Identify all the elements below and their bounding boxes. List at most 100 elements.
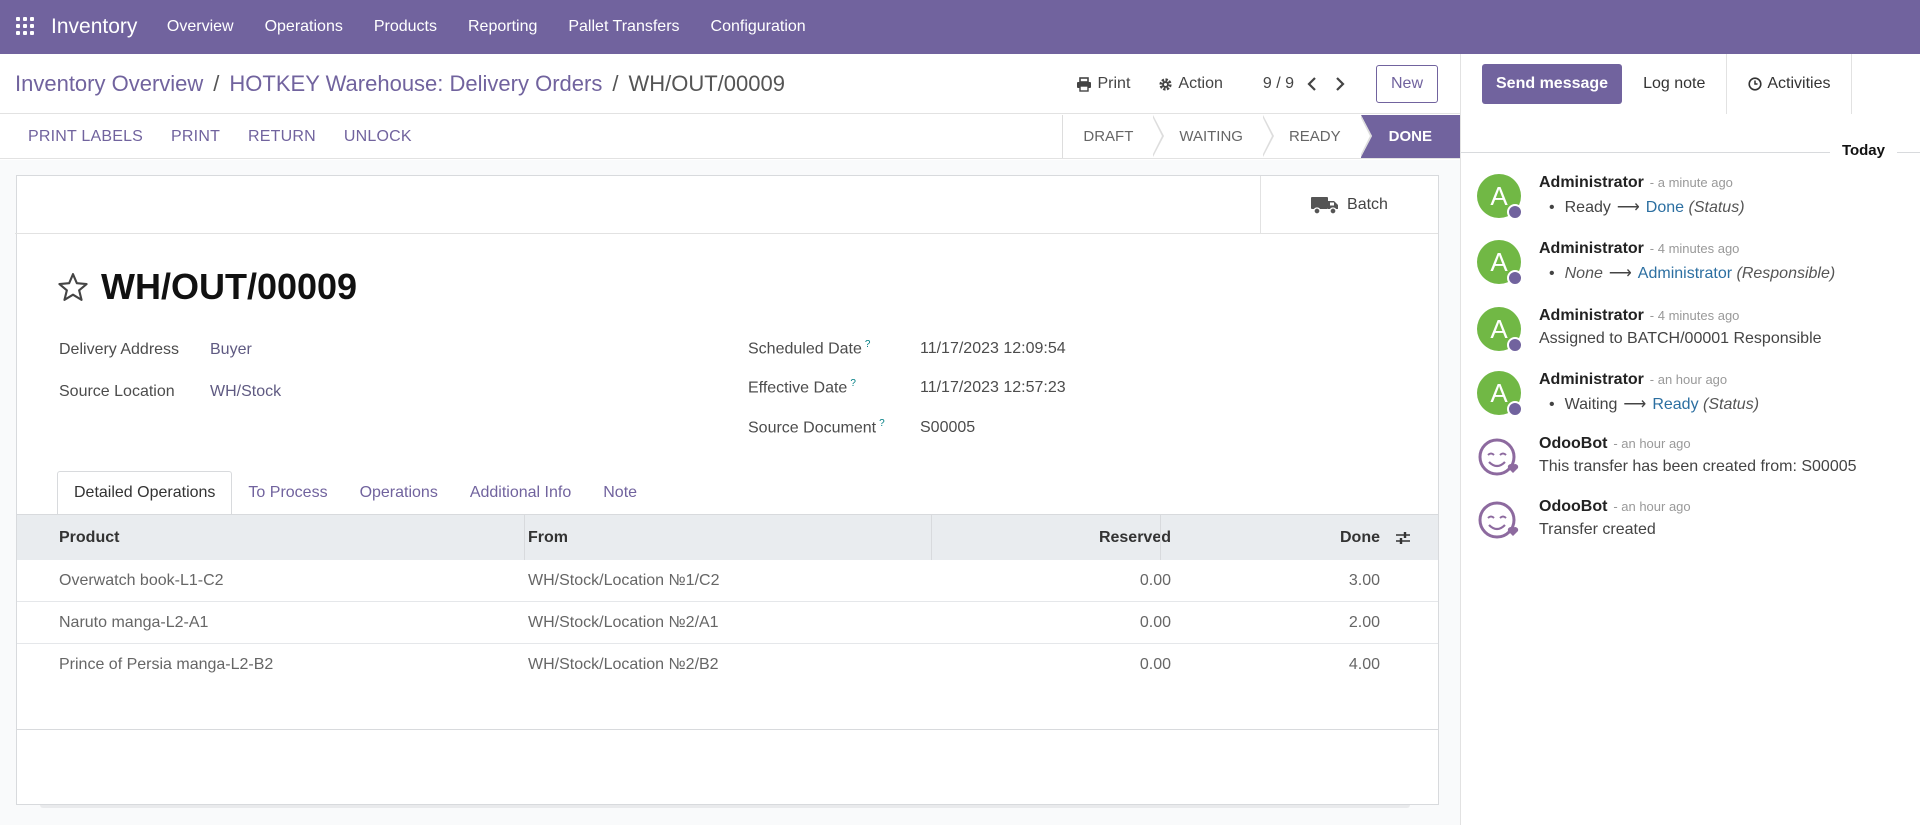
action-button[interactable]: Action: [1158, 75, 1223, 93]
message-text: This transfer has been created from: S00…: [1539, 458, 1857, 475]
cell-done: 3.00: [1348, 572, 1380, 589]
avatar[interactable]: A: [1477, 240, 1523, 286]
message-author[interactable]: Administrator: [1539, 174, 1644, 191]
pager-value[interactable]: 9 / 9: [1263, 75, 1294, 93]
menu-pallet-transfers[interactable]: Pallet Transfers: [553, 18, 695, 36]
col-reserved[interactable]: Reserved: [931, 515, 1171, 560]
star-icon[interactable]: [57, 272, 89, 303]
breadcrumb-delivery-orders[interactable]: HOTKEY Warehouse: Delivery Orders: [229, 71, 602, 97]
record-title: WH/OUT/00009: [101, 266, 358, 307]
source-document-value[interactable]: S00005: [920, 419, 975, 437]
print-button[interactable]: Print: [1076, 75, 1130, 93]
presence-dot: [1507, 401, 1523, 417]
app-brand[interactable]: Inventory: [51, 15, 137, 39]
message-time: - an hour ago: [1649, 372, 1728, 387]
activities-button[interactable]: Activities: [1727, 54, 1853, 114]
tab-note[interactable]: Note: [587, 471, 653, 515]
unlock-button[interactable]: UNLOCK: [344, 128, 412, 146]
return-button[interactable]: RETURN: [248, 128, 316, 146]
chevron-right-icon[interactable]: [1334, 77, 1346, 91]
scheduled-date-field: Scheduled Date? 11/17/2023 12:09:54: [748, 339, 1066, 358]
title-row: WH/OUT/00009: [57, 266, 357, 308]
table-header: Product From Reserved Done: [17, 514, 1438, 560]
menu-configuration[interactable]: Configuration: [695, 18, 821, 36]
batch-smart-button[interactable]: Batch: [1260, 176, 1438, 234]
main-menu: Overview Operations Products Reporting P…: [151, 18, 821, 36]
help-icon[interactable]: ?: [850, 378, 856, 389]
tracking-old-value: Waiting: [1564, 396, 1618, 413]
field-label: Source Document?: [748, 418, 885, 437]
source-location-value[interactable]: WH/Stock: [210, 383, 281, 401]
stage-done[interactable]: DONE: [1360, 115, 1460, 158]
tab-additional-info[interactable]: Additional Info: [454, 471, 587, 515]
print-labels-button[interactable]: PRINT LABELS: [28, 128, 143, 146]
scheduled-date-value[interactable]: 11/17/2023 12:09:54: [920, 340, 1066, 358]
tab-operations[interactable]: Operations: [344, 471, 454, 515]
tracking-old-value: Ready: [1564, 199, 1611, 216]
col-done[interactable]: Done: [1160, 515, 1380, 560]
cell-reserved: 0.00: [1139, 572, 1171, 589]
message-author[interactable]: OdooBot: [1539, 435, 1607, 452]
table-row[interactable]: Naruto manga-L2-A1 WH/Stock/Location №2/…: [17, 602, 1438, 644]
odoobot-avatar-icon[interactable]: [1477, 498, 1521, 542]
today-label: Today: [1829, 142, 1897, 159]
new-button[interactable]: New: [1376, 65, 1438, 103]
tracking-field: (Status): [1703, 396, 1760, 413]
help-icon[interactable]: ?: [879, 418, 885, 429]
cell-reserved: 0.00: [1139, 656, 1171, 673]
source-location-field: Source Location WH/Stock: [59, 383, 281, 401]
message-author[interactable]: Administrator: [1539, 371, 1644, 388]
tab-detailed-operations[interactable]: Detailed Operations: [57, 471, 233, 515]
chatter-topbar: Send message Log note Activities: [1461, 54, 1920, 114]
menu-overview[interactable]: Overview: [151, 18, 249, 36]
cell-from: WH/Stock/Location №1/C2: [528, 572, 720, 589]
cell-done: 2.00: [1348, 614, 1380, 631]
long-arrow-right-icon: ⟶: [1623, 396, 1647, 413]
help-icon[interactable]: ?: [865, 339, 871, 350]
stage-draft[interactable]: DRAFT: [1062, 115, 1165, 158]
menu-reporting[interactable]: Reporting: [452, 18, 552, 36]
presence-dot: [1507, 204, 1523, 220]
log-note-button[interactable]: Log note: [1622, 54, 1728, 114]
apps-grid-icon[interactable]: [16, 17, 36, 37]
chevron-left-icon[interactable]: [1306, 77, 1318, 91]
avatar[interactable]: A: [1477, 371, 1523, 417]
tracking-field: (Responsible): [1736, 265, 1836, 282]
odoobot-avatar-icon[interactable]: [1477, 435, 1521, 479]
breadcrumb-inventory-overview[interactable]: Inventory Overview: [15, 71, 203, 97]
optional-columns-icon[interactable]: [1395, 515, 1411, 560]
stage-label: READY: [1288, 128, 1341, 145]
tracking-old-value: None: [1564, 265, 1603, 282]
stage-ready[interactable]: READY: [1262, 115, 1372, 158]
printer-icon: [1077, 76, 1092, 92]
batch-label: Batch: [1347, 196, 1388, 213]
today-separator: Today: [1461, 142, 1920, 162]
tab-to-process[interactable]: To Process: [232, 471, 343, 515]
breadcrumb-separator: /: [612, 70, 619, 96]
cell-product: Overwatch book-L1-C2: [59, 572, 224, 589]
stage-waiting[interactable]: WAITING: [1153, 115, 1274, 158]
message-author[interactable]: Administrator: [1539, 240, 1644, 257]
menu-products[interactable]: Products: [358, 18, 452, 36]
col-from[interactable]: From: [528, 515, 568, 560]
avatar[interactable]: A: [1477, 307, 1523, 353]
menu-operations[interactable]: Operations: [249, 18, 358, 36]
presence-dot: [1507, 337, 1523, 353]
delivery-address-value[interactable]: Buyer: [210, 341, 252, 359]
message-text: Transfer created: [1539, 521, 1656, 538]
col-product[interactable]: Product: [59, 515, 119, 560]
presence-dot: [1507, 270, 1523, 286]
delivery-address-field: Delivery Address Buyer: [59, 341, 252, 359]
field-label: Effective Date?: [748, 378, 856, 397]
table-footer-divider: [17, 729, 1438, 730]
send-message-button[interactable]: Send message: [1482, 64, 1623, 104]
message-author[interactable]: OdooBot: [1539, 498, 1607, 515]
avatar[interactable]: A: [1477, 174, 1523, 220]
message-author[interactable]: Administrator: [1539, 307, 1644, 324]
print-header-button[interactable]: PRINT: [171, 128, 220, 146]
table-row[interactable]: Prince of Persia manga-L2-B2 WH/Stock/Lo…: [17, 644, 1438, 686]
tracking-new-value: Administrator: [1637, 265, 1733, 282]
message-time: - an hour ago: [1613, 436, 1691, 451]
table-row[interactable]: Overwatch book-L1-C2 WH/Stock/Location №…: [17, 560, 1438, 602]
message-time: - 4 minutes ago: [1649, 241, 1740, 256]
